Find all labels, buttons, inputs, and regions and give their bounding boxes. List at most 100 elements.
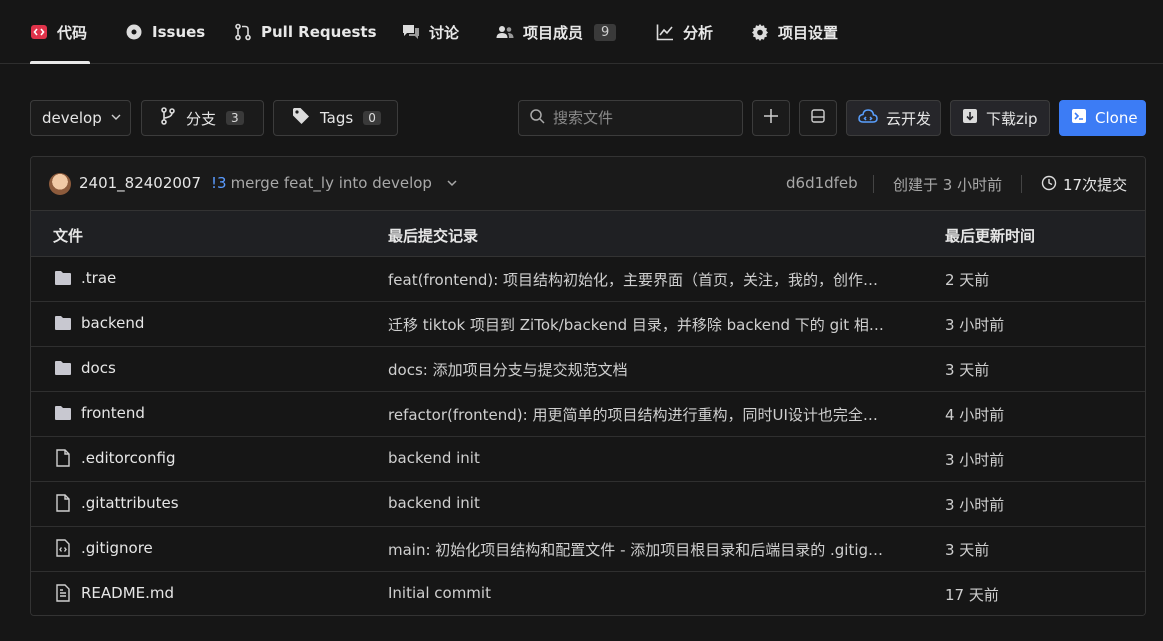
latest-commit-bar: 2401_82402007 !3 merge feat_ly into deve… xyxy=(31,157,1145,211)
pr-reference[interactable]: !3 xyxy=(211,174,227,192)
tab-label: 代码 xyxy=(57,23,88,42)
commit-message-link[interactable]: refactor(frontend): 用更简单的项目结构进行重构，同时UI设计… xyxy=(388,404,903,425)
divider xyxy=(873,175,874,193)
tab-label: 项目设置 xyxy=(778,23,839,42)
table-row[interactable]: .editorconfig backend init 3 小时前 xyxy=(31,437,1145,482)
code-file-icon xyxy=(53,539,73,557)
file-entry[interactable]: README.md xyxy=(53,584,174,602)
table-row[interactable]: docs docs: 添加项目分支与提交规范文档 3 天前 xyxy=(31,347,1145,392)
updated-time: 17 天前 xyxy=(945,586,999,604)
terminal-icon xyxy=(1071,108,1087,128)
download-icon xyxy=(962,108,978,128)
download-zip-button[interactable]: 下载zip xyxy=(950,100,1050,136)
file-entry[interactable]: frontend xyxy=(53,404,145,422)
file-icon xyxy=(53,449,73,467)
chevron-down-icon[interactable] xyxy=(445,176,459,194)
folder-icon xyxy=(53,360,73,376)
header-file: 文件 xyxy=(53,227,84,245)
cloud-dev-button[interactable]: 云开发 xyxy=(846,100,941,136)
file-entry[interactable]: backend xyxy=(53,314,144,332)
commit-author[interactable]: 2401_82402007 xyxy=(79,174,201,192)
commit-message-link[interactable]: backend init xyxy=(388,494,903,512)
file-icon xyxy=(53,494,73,512)
folder-icon xyxy=(53,315,73,331)
gear-icon xyxy=(751,23,769,41)
repo-nav: 代码 Issues Pull Requests 讨论 项目成员 9 分析 项目设… xyxy=(0,0,1163,64)
updated-time: 3 小时前 xyxy=(945,496,1005,514)
file-entry[interactable]: .trae xyxy=(53,269,116,287)
commit-message-link[interactable]: docs: 添加项目分支与提交规范文档 xyxy=(388,359,903,380)
file-name[interactable]: .editorconfig xyxy=(81,449,175,467)
issue-circle-icon xyxy=(125,23,143,41)
tab-analytics[interactable]: 分析 xyxy=(656,0,713,64)
file-name[interactable]: backend xyxy=(81,314,144,332)
commit-message-link[interactable]: feat(frontend): 项目结构初始化，主要界面（首页，关注，我的，创作… xyxy=(388,269,903,290)
tab-code[interactable]: 代码 xyxy=(30,0,90,64)
chart-icon xyxy=(656,23,674,41)
tab-discussions[interactable]: 讨论 xyxy=(402,0,459,64)
commit-message[interactable]: !3 merge feat_ly into develop xyxy=(211,174,432,192)
branch-selector-value: develop xyxy=(42,109,102,127)
updated-time: 3 天前 xyxy=(945,541,990,559)
file-name[interactable]: .gitattributes xyxy=(81,494,179,512)
search-icon xyxy=(529,108,545,128)
table-row[interactable]: .gitattributes backend init 3 小时前 xyxy=(31,482,1145,527)
tags-button[interactable]: Tags 0 xyxy=(273,100,398,136)
file-entry[interactable]: .gitignore xyxy=(53,539,153,557)
tab-label: Pull Requests xyxy=(261,23,377,41)
branches-button[interactable]: 分支 3 xyxy=(141,100,264,136)
search-input[interactable] xyxy=(553,109,723,127)
commit-message-link[interactable]: main: 初始化项目结构和配置文件 - 添加项目根目录和后端目录的 .giti… xyxy=(388,539,903,560)
table-row[interactable]: .trae feat(frontend): 项目结构初始化，主要界面（首页，关注，… xyxy=(31,257,1145,302)
file-name[interactable]: .gitignore xyxy=(81,539,153,557)
commit-message-link[interactable]: backend init xyxy=(388,449,903,467)
add-file-button[interactable] xyxy=(752,100,790,136)
file-name[interactable]: docs xyxy=(81,359,116,377)
file-name[interactable]: .trae xyxy=(81,269,116,287)
tab-members[interactable]: 项目成员 9 xyxy=(496,0,617,64)
commit-sha[interactable]: d6d1dfeb xyxy=(786,174,858,192)
download-label: 下载zip xyxy=(986,109,1038,128)
file-entry[interactable]: .editorconfig xyxy=(53,449,175,467)
folder-icon xyxy=(53,270,73,286)
file-name[interactable]: frontend xyxy=(81,404,145,422)
code-icon xyxy=(30,23,48,41)
commit-message-link[interactable]: 迁移 tiktok 项目到 ZiTok/backend 目录，并移除 backe… xyxy=(388,314,903,335)
tab-pull-requests[interactable]: Pull Requests xyxy=(234,0,377,64)
branch-icon xyxy=(160,107,176,129)
table-row[interactable]: README.md Initial commit 17 天前 xyxy=(31,572,1145,615)
avatar[interactable] xyxy=(49,173,71,195)
table-row[interactable]: backend 迁移 tiktok 项目到 ZiTok/backend 目录，并移… xyxy=(31,302,1145,347)
tab-settings[interactable]: 项目设置 xyxy=(751,0,838,64)
updated-time: 3 小时前 xyxy=(945,316,1005,334)
tab-label: 项目成员 xyxy=(523,23,584,42)
tab-label: Issues xyxy=(152,23,206,41)
table-row[interactable]: .gitignore main: 初始化项目结构和配置文件 - 添加项目根目录和后… xyxy=(31,527,1145,572)
file-search[interactable] xyxy=(518,100,743,136)
branches-label: 分支 xyxy=(186,109,217,128)
discussion-icon xyxy=(402,23,420,41)
branch-selector[interactable]: develop xyxy=(30,100,131,136)
tags-count: 0 xyxy=(363,111,381,125)
table-row[interactable]: frontend refactor(frontend): 用更简单的项目结构进行重… xyxy=(31,392,1145,437)
cloud-dev-icon xyxy=(858,108,878,128)
clone-button[interactable]: Clone xyxy=(1059,100,1146,136)
pull-request-icon xyxy=(234,23,252,41)
members-count-badge: 9 xyxy=(594,23,617,41)
folder-icon xyxy=(53,405,73,421)
doc-file-icon xyxy=(53,584,73,602)
file-entry[interactable]: .gitattributes xyxy=(53,494,179,512)
commit-history-link[interactable]: 17次提交 xyxy=(1041,174,1127,195)
plus-icon xyxy=(763,108,779,128)
file-name[interactable]: README.md xyxy=(81,584,174,602)
branches-count: 3 xyxy=(226,111,244,125)
commit-count: 17次提交 xyxy=(1063,176,1128,194)
file-browser: 2401_82402007 !3 merge feat_ly into deve… xyxy=(30,156,1146,616)
cloud-dev-label: 云开发 xyxy=(886,109,932,128)
tab-issues[interactable]: Issues xyxy=(125,0,205,64)
web-ide-button[interactable] xyxy=(799,100,837,136)
clone-label: Clone xyxy=(1095,109,1138,127)
file-entry[interactable]: docs xyxy=(53,359,116,377)
commit-message-link[interactable]: Initial commit xyxy=(388,584,903,602)
clock-icon xyxy=(1041,175,1057,195)
